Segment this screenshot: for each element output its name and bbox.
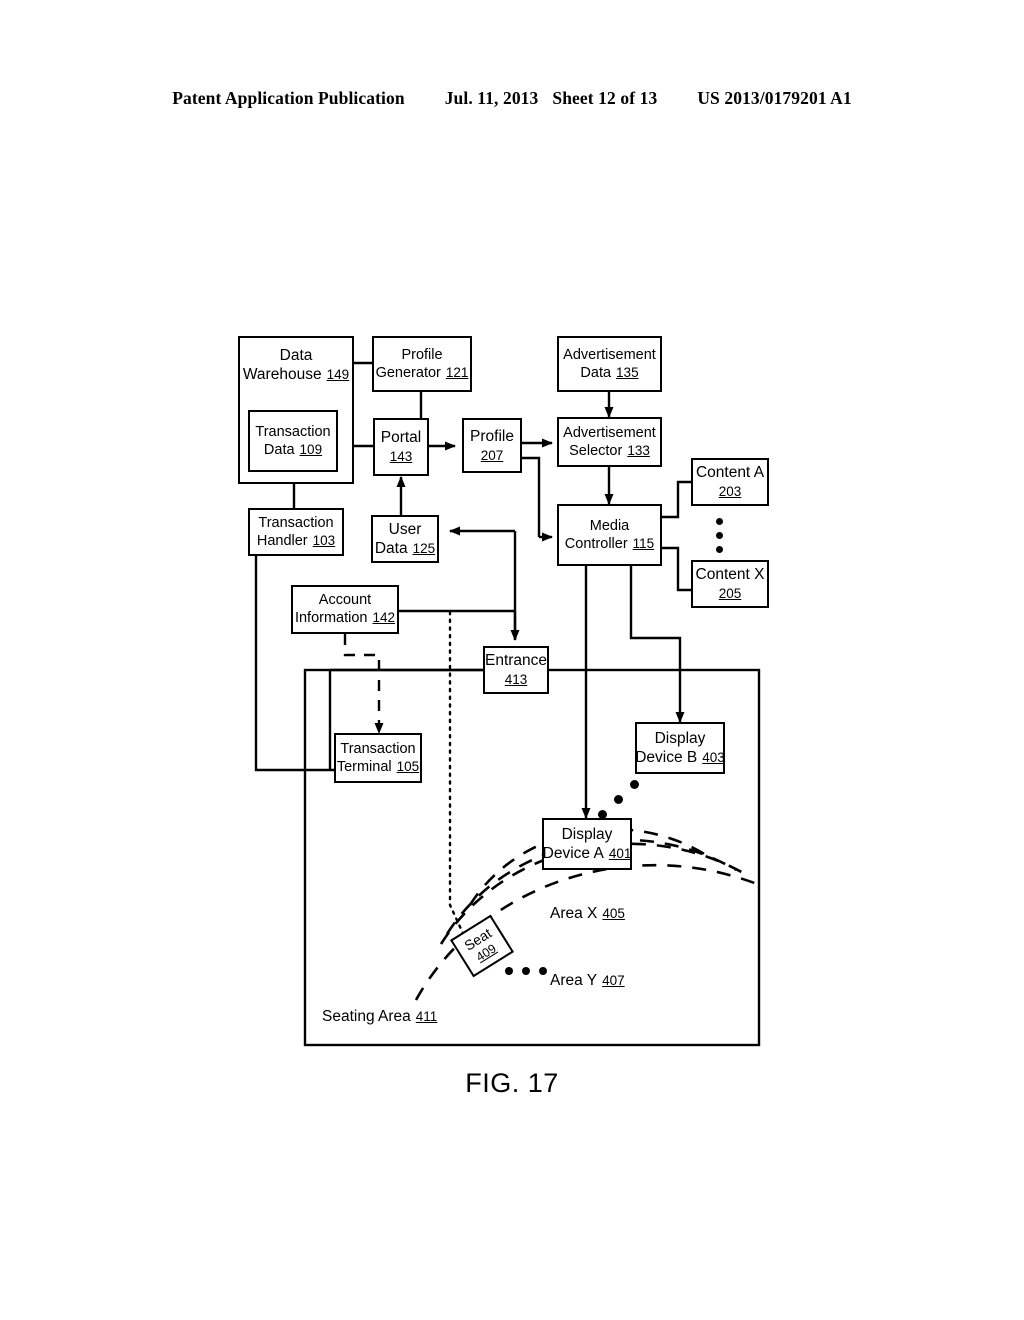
node-transaction-data[interactable]: Transaction Data 109 — [248, 410, 338, 472]
node-media-controller[interactable]: Media Controller 115 — [557, 504, 662, 566]
seat-ellipsis-icon — [505, 967, 547, 975]
node-account-information[interactable]: Account Information 142 — [291, 585, 399, 634]
node-transaction-data-line1: Transaction — [255, 423, 331, 440]
node-media-controller-line2: Controller 115 — [564, 535, 655, 552]
node-profile-generator-line1: Profile — [401, 346, 443, 363]
node-advertisement-data-line2: Data 135 — [580, 364, 639, 381]
node-profile-line1: Profile — [470, 427, 514, 445]
node-transaction-handler-line1: Transaction — [258, 514, 334, 531]
node-display-device-b-line1: Display — [654, 730, 706, 747]
node-account-information-line1: Account — [318, 592, 372, 608]
node-advertisement-data[interactable]: Advertisement Data 135 — [557, 336, 662, 392]
node-transaction-data-line2: Data 109 — [263, 441, 323, 458]
node-transaction-terminal-line2: Terminal 105 — [336, 758, 420, 775]
node-transaction-handler-line2: Handler 103 — [256, 532, 336, 549]
node-profile[interactable]: Profile 207 — [462, 418, 522, 473]
node-content-a[interactable]: Content A 203 — [691, 458, 769, 506]
node-portal-ref: 143 — [389, 449, 413, 464]
node-content-x-line1: Content X — [695, 566, 765, 583]
node-advertisement-data-line1: Advertisement — [563, 346, 656, 363]
node-media-controller-line1: Media — [589, 517, 630, 534]
node-account-information-line2: Information 142 — [294, 610, 396, 626]
node-content-x-ref: 205 — [718, 586, 742, 601]
node-entrance[interactable]: Entrance 413 — [483, 646, 549, 694]
node-transaction-terminal[interactable]: Transaction Terminal 105 — [334, 733, 422, 783]
node-portal-line1: Portal — [380, 429, 422, 446]
node-profile-generator[interactable]: Profile Generator 121 — [372, 336, 472, 392]
node-display-device-a-line2: Device A 401 — [542, 845, 632, 862]
display-device-ellipsis-icon — [598, 778, 658, 824]
node-content-x[interactable]: Content X 205 — [691, 560, 769, 608]
node-data-warehouse-line2: Warehouse 149 — [242, 366, 350, 383]
node-display-device-b[interactable]: Display Device B 403 — [635, 722, 725, 774]
node-entrance-ref: 413 — [504, 672, 528, 687]
figure-caption: FIG. 17 — [465, 1068, 559, 1098]
node-entrance-line1: Entrance — [484, 652, 548, 669]
node-portal[interactable]: Portal 143 — [373, 418, 429, 476]
content-ellipsis-icon — [716, 518, 723, 553]
node-transaction-handler[interactable]: Transaction Handler 103 — [248, 508, 344, 556]
node-user-data[interactable]: User Data 125 — [371, 515, 439, 563]
node-advertisement-selector[interactable]: Advertisement Selector 133 — [557, 417, 662, 467]
label-area-x: Area X 405 — [550, 905, 625, 922]
label-area-y: Area Y 407 — [550, 972, 625, 989]
node-content-a-line1: Content A — [695, 464, 765, 481]
node-data-warehouse-line1: Data — [279, 347, 313, 364]
label-seating-area: Seating Area 411 — [322, 1008, 438, 1025]
node-profile-ref: 207 — [480, 447, 504, 463]
node-advertisement-selector-line1: Advertisement — [563, 424, 656, 441]
node-advertisement-selector-line2: Selector 133 — [569, 442, 650, 459]
node-profile-generator-line2: Generator 121 — [375, 364, 469, 381]
figure-17: Data Warehouse 149 Transaction Data 109 Pr… — [0, 0, 1024, 1320]
node-user-data-line1: User — [388, 521, 422, 538]
node-transaction-terminal-line1: Transaction — [340, 740, 416, 757]
node-display-device-b-line2: Device B 403 — [635, 749, 725, 766]
node-content-a-ref: 203 — [718, 484, 742, 499]
node-display-device-a[interactable]: Display Device A 401 — [542, 818, 632, 870]
node-display-device-a-line1: Display — [561, 826, 613, 843]
node-user-data-line2: Data 125 — [374, 540, 436, 557]
